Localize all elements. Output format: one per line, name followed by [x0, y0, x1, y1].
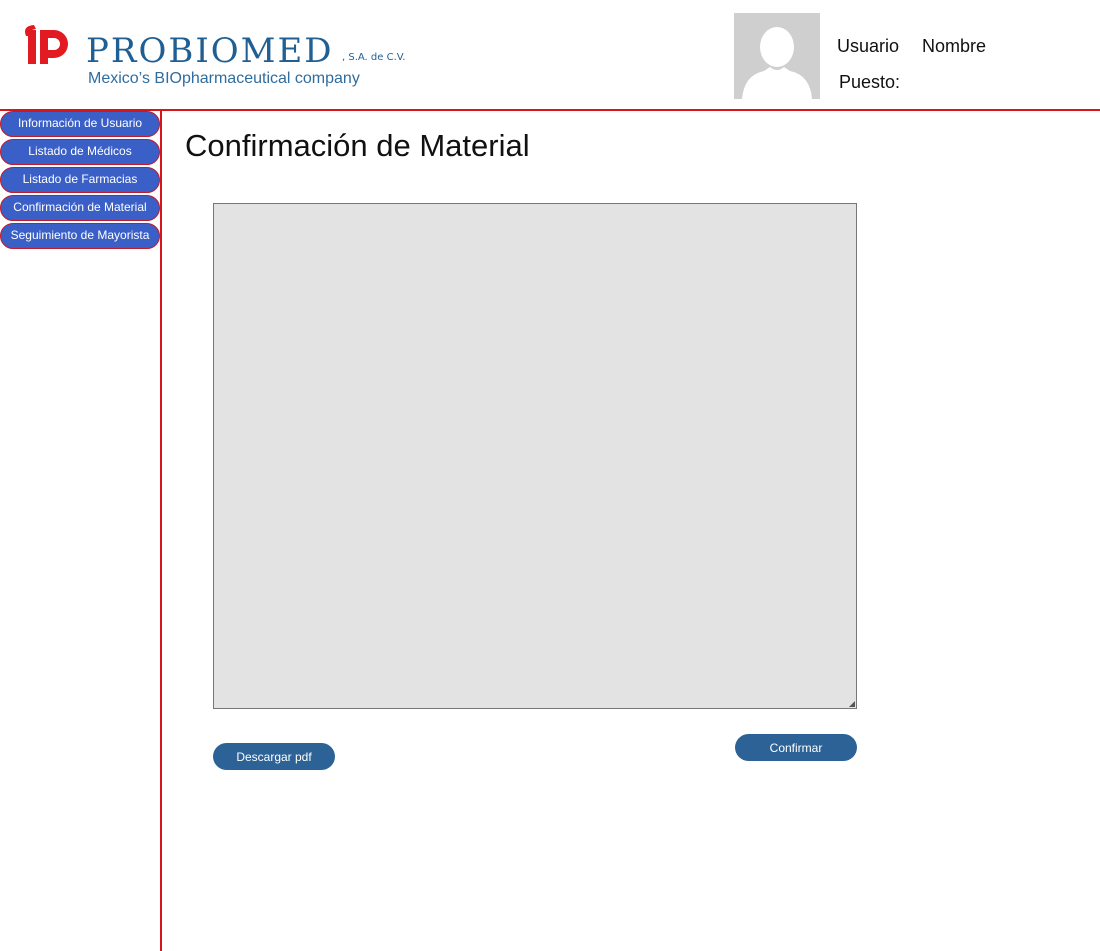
sidebar-item-confirmacion-material[interactable]: Confirmación de Material [0, 195, 160, 221]
page-title: Confirmación de Material [185, 128, 530, 163]
user-label: Usuario [837, 36, 900, 56]
sidebar-item-listado-farmacias[interactable]: Listado de Farmacias [0, 167, 160, 193]
user-silhouette-icon [734, 13, 820, 99]
probiomed-logo: PROBIOMED , S.A. de C.V. Mexico’s BIOpha… [24, 22, 406, 92]
user-position-label: Puesto: [839, 72, 901, 92]
sidebar: Información de Usuario Listado de Médico… [0, 111, 162, 951]
logo-mark-icon [25, 25, 68, 64]
logo-name: PROBIOMED [86, 31, 334, 71]
logo-tagline: Mexico’s BIOpharmaceutical company [88, 70, 360, 87]
download-pdf-button[interactable]: Descargar pdf [213, 743, 335, 770]
header: PROBIOMED , S.A. de C.V. Mexico’s BIOpha… [0, 0, 1100, 111]
document-viewer[interactable] [213, 203, 857, 709]
avatar [734, 13, 820, 99]
logo-suffix: , S.A. de C.V. [342, 52, 406, 63]
sidebar-item-seguimiento-mayorista[interactable]: Seguimiento de Mayorista [0, 223, 160, 249]
sidebar-item-informacion-usuario[interactable]: Información de Usuario [0, 111, 160, 137]
confirm-button[interactable]: Confirmar [735, 734, 857, 761]
resize-handle-icon[interactable] [849, 701, 855, 707]
sidebar-item-listado-medicos[interactable]: Listado de Médicos [0, 139, 160, 165]
user-name: Nombre [922, 36, 987, 56]
